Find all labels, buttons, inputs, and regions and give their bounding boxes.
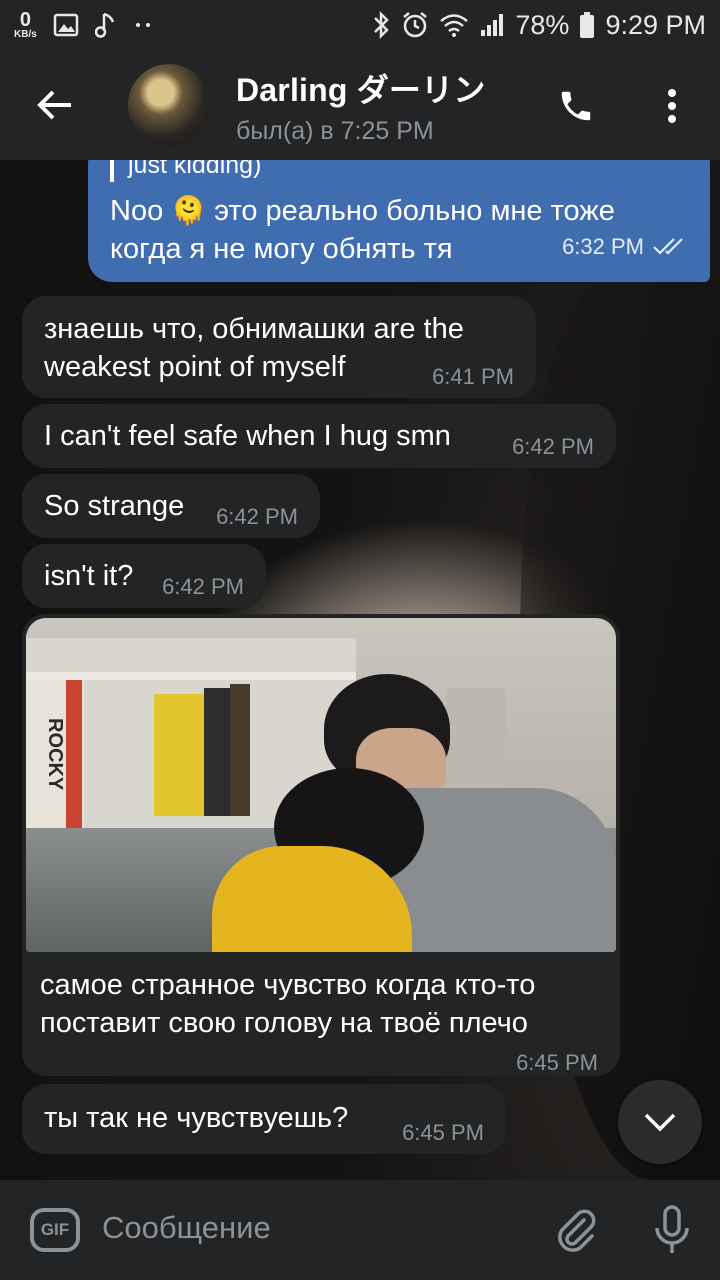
photo-shelf-board	[26, 672, 356, 680]
network-speed: 0 KB/s	[14, 10, 37, 40]
chat-title-block[interactable]: Darling ダーリン был(а) в 7:25 PM	[236, 65, 486, 146]
message-incoming[interactable]: So strange 6:42 PM	[22, 474, 320, 538]
gif-button[interactable]: GIF	[30, 1208, 80, 1252]
message-incoming[interactable]: isn't it? 6:42 PM	[22, 544, 266, 608]
message-time: 6:45 PM	[516, 1050, 598, 1075]
message-text: когда я не могу обнять тя	[110, 233, 453, 265]
chat-title: Darling ダーリン	[236, 71, 486, 108]
battery-percent: 78%	[515, 9, 570, 40]
message-text: это реально больно мне тоже	[214, 195, 615, 227]
photo-caption: самое странное чувство когда кто-то	[40, 969, 536, 1001]
message-text: So strange	[44, 490, 185, 522]
avatar[interactable]	[128, 64, 210, 146]
battery-icon	[579, 11, 595, 39]
call-button[interactable]	[548, 78, 604, 134]
photo-book	[230, 684, 250, 816]
phone-icon	[561, 91, 591, 121]
network-speed-value: 0	[19, 9, 31, 31]
back-button[interactable]	[0, 50, 110, 160]
reply-quote[interactable]: just kidding)	[110, 160, 261, 182]
message-input-bar: GIF Сообщение	[0, 1180, 720, 1280]
music-note-icon	[94, 11, 117, 39]
message-time: 6:42 PM	[512, 434, 594, 459]
message-text: знаешь что, обнимашки are the	[44, 313, 464, 345]
more-options-button[interactable]	[644, 78, 700, 134]
photo-book	[204, 688, 230, 816]
chevron-down-icon	[644, 1113, 676, 1132]
melting-face-emoji: 🫠	[171, 195, 207, 226]
photo-book	[154, 694, 204, 816]
wifi-icon	[439, 12, 469, 38]
bluetooth-icon	[371, 10, 391, 40]
reply-quote-text: just kidding)	[128, 160, 262, 179]
message-time: 6:42 PM	[162, 574, 244, 599]
message-incoming[interactable]: знаешь что, обнимашки are the weakest po…	[22, 296, 536, 398]
message-text: weakest point of myself	[44, 351, 346, 383]
more-notifications-icon	[133, 20, 153, 30]
message-time: 6:32 PM	[562, 234, 644, 259]
message-incoming[interactable]: ты так не чувствуешь? 6:45 PM	[22, 1084, 506, 1154]
last-seen-status: был(а) в 7:25 PM	[236, 116, 434, 145]
signal-icon	[479, 12, 505, 38]
chat-header: Darling ダーリン был(а) в 7:25 PM	[0, 50, 720, 160]
message-incoming-photo[interactable]: ROCKY самое странное чувство когда кто-т…	[22, 614, 620, 1076]
gallery-icon	[53, 13, 79, 37]
gif-label: GIF	[40, 1220, 70, 1239]
message-text: isn't it?	[44, 560, 134, 592]
chat-messages-area[interactable]: just kidding) Noo 🫠 это реально больно м…	[0, 160, 720, 1180]
message-text: I can't feel safe when I hug smn	[44, 420, 451, 452]
status-bar: 0 KB/s 78% 9:29 PM	[0, 0, 720, 50]
attach-button[interactable]	[552, 1206, 600, 1254]
read-checkmarks-icon	[653, 238, 683, 255]
network-speed-unit: KB/s	[14, 29, 37, 40]
back-arrow-icon	[37, 90, 71, 120]
photo-caption: поставит свою голову на твоё плечо	[40, 1007, 528, 1039]
message-incoming[interactable]: I can't feel safe when I hug smn 6:42 PM	[22, 404, 616, 468]
scroll-down-button[interactable]	[618, 1080, 702, 1164]
message-time: 6:45 PM	[402, 1120, 484, 1145]
message-outgoing[interactable]: just kidding) Noo 🫠 это реально больно м…	[88, 160, 710, 282]
more-vertical-icon	[668, 89, 676, 123]
alarm-icon	[401, 11, 429, 39]
paperclip-icon	[558, 1209, 596, 1252]
clock: 9:29 PM	[605, 9, 706, 40]
voice-record-button[interactable]	[648, 1204, 696, 1256]
message-text: ты так не чувствуешь?	[44, 1102, 349, 1134]
photo-book	[66, 680, 82, 828]
message-input[interactable]: Сообщение	[102, 1210, 271, 1246]
message-text: Noo	[110, 195, 164, 227]
message-time: 6:42 PM	[216, 504, 298, 529]
message-time: 6:41 PM	[432, 364, 514, 389]
microphone-icon	[655, 1205, 689, 1253]
photo-attachment[interactable]: ROCKY	[26, 618, 616, 952]
